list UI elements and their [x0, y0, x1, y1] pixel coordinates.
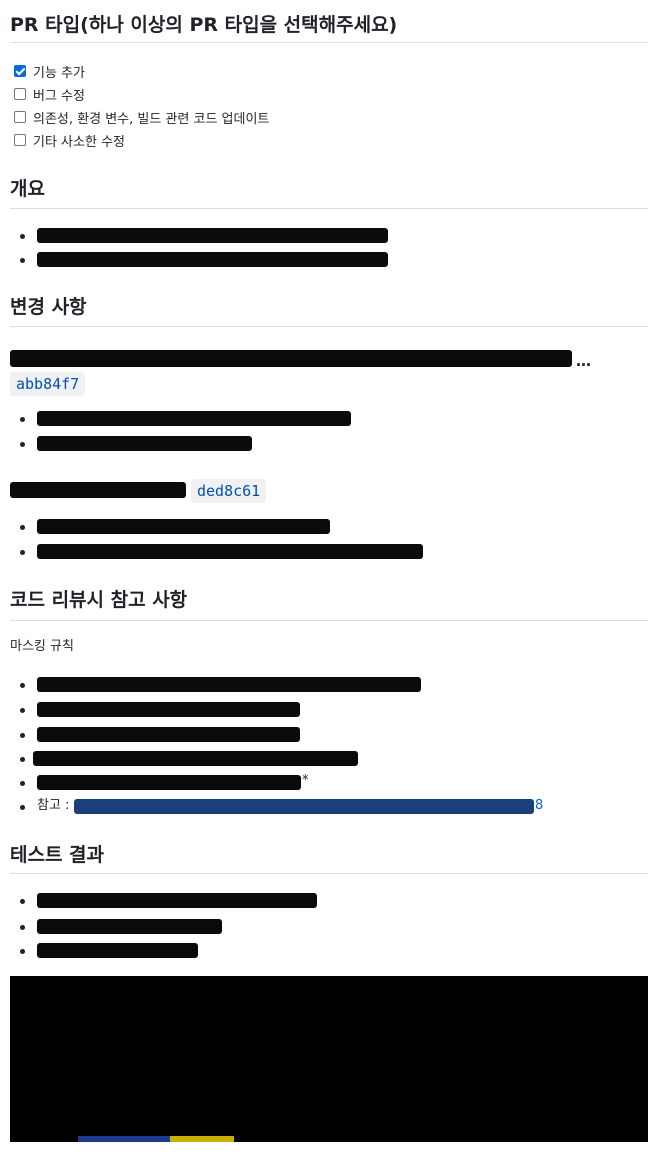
list-bullet — [20, 525, 25, 530]
reference-label: 참고 : — [37, 798, 70, 813]
redacted-reference-link[interactable] — [74, 799, 534, 814]
checkbox-label: 버그 수정 — [33, 88, 85, 104]
checkbox-row-minor[interactable]: 기타 사소한 수정 — [14, 131, 125, 150]
redacted-text — [37, 544, 423, 559]
divider — [10, 42, 648, 43]
list-bullet — [20, 899, 25, 904]
divider — [10, 326, 648, 327]
divider — [10, 208, 648, 209]
pr-description: PR 타입(하나 이상의 PR 타입을 선택해주세요) 기능 추가 버그 수정 … — [0, 0, 656, 1156]
checkbox-row-bugfix[interactable]: 버그 수정 — [14, 85, 85, 104]
checkbox-label: 기타 사소한 수정 — [33, 134, 125, 150]
redacted-text — [37, 252, 388, 267]
list-bullet — [20, 733, 25, 738]
list-bullet — [20, 708, 25, 713]
test-output-screenshot — [10, 976, 648, 1142]
terminal-status-segment — [78, 1136, 170, 1142]
list-bullet — [20, 757, 25, 762]
redacted-text — [37, 436, 252, 451]
commit-hash-link[interactable]: abb84f7 — [10, 372, 86, 396]
reference-link-tail[interactable]: 8 — [535, 797, 543, 815]
checkbox-bugfix[interactable] — [14, 88, 26, 100]
divider — [10, 873, 648, 874]
checkbox-label: 기능 추가 — [33, 65, 85, 81]
list-bullet — [20, 805, 25, 810]
redacted-text — [37, 702, 300, 717]
redacted-text — [33, 751, 358, 766]
list-bullet — [20, 234, 25, 239]
divider — [10, 620, 648, 621]
list-bullet — [20, 550, 25, 555]
review-notes-heading: 코드 리뷰시 참고 사항 — [10, 589, 188, 611]
redacted-text — [37, 943, 198, 958]
redacted-text — [37, 411, 351, 426]
checkbox-feature[interactable] — [14, 65, 26, 77]
list-bullet — [20, 417, 25, 422]
masking-rules-label: 마스킹 규칙 — [10, 639, 74, 654]
changes-heading: 변경 사항 — [10, 296, 87, 318]
redacted-text — [37, 228, 388, 243]
test-results-heading: 테스트 결과 — [10, 844, 105, 866]
list-bullet — [20, 258, 25, 263]
list-bullet — [20, 925, 25, 930]
asterisk: * — [302, 773, 309, 788]
overview-heading: 개요 — [10, 178, 45, 200]
ellipsis: … — [576, 352, 591, 370]
redacted-text — [37, 727, 300, 742]
list-bullet — [20, 442, 25, 447]
redacted-commit-title — [10, 350, 572, 367]
list-bullet — [20, 781, 25, 786]
checkbox-deps[interactable] — [14, 111, 26, 123]
checkbox-label: 의존성, 환경 변수, 빌드 관련 코드 업데이트 — [33, 111, 270, 127]
redacted-text — [37, 893, 317, 908]
pr-type-heading: PR 타입(하나 이상의 PR 타입을 선택해주세요) — [10, 14, 398, 36]
redacted-commit-title — [10, 482, 186, 498]
list-bullet — [20, 949, 25, 954]
list-bullet — [20, 683, 25, 688]
redacted-text — [37, 919, 222, 934]
redacted-text — [37, 677, 421, 692]
commit-hash-link[interactable]: ded8c61 — [191, 479, 267, 503]
redacted-text — [37, 775, 301, 790]
checkbox-row-deps[interactable]: 의존성, 환경 변수, 빌드 관련 코드 업데이트 — [14, 108, 270, 127]
checkbox-minor[interactable] — [14, 134, 26, 146]
checkbox-row-feature[interactable]: 기능 추가 — [14, 62, 85, 81]
terminal-status-segment — [170, 1136, 234, 1142]
redacted-text — [37, 519, 330, 534]
